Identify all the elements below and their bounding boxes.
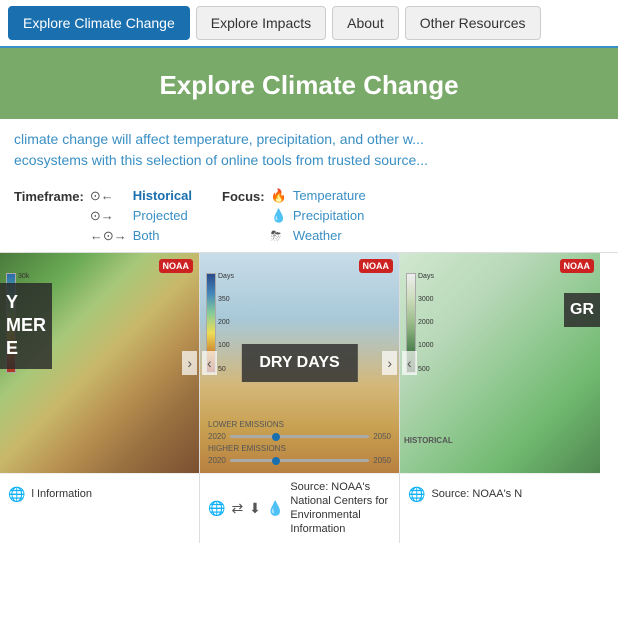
map2-nav-right[interactable]: ›	[382, 351, 397, 375]
card2-footer-text: Source: NOAA's National Centers for Envi…	[290, 480, 391, 537]
card-3-footer: 🌐 Source: NOAA's N	[400, 473, 600, 515]
card3-globe-icon: 🌐	[408, 486, 425, 503]
slider-track-1[interactable]	[230, 435, 369, 438]
page-title: Explore Climate Change	[10, 70, 608, 101]
map3-badge: NOAA	[560, 259, 595, 273]
map3-overlay-text: GR	[564, 293, 600, 327]
slider-thumb-1	[272, 433, 280, 441]
intro-line1: climate change will affect temperature, …	[14, 131, 424, 147]
card2-drop-icon: 💧	[267, 500, 284, 517]
projected-icon: ⊙→	[90, 207, 127, 225]
timeframe-filter: Timeframe: ⊙← ⊙→ ←⊙→ Historical Projecte…	[14, 187, 192, 246]
card-3: Days 3000 2000 1000 500 GR NOAA HISTORIC…	[400, 253, 600, 543]
nav-explore-climate[interactable]: Explore Climate Change	[8, 6, 190, 40]
filter-historical[interactable]: Historical	[133, 187, 192, 205]
map3-legend-labels: Days 3000 2000 1000 500	[418, 273, 434, 373]
map1-overlay-text: Y MER E	[0, 283, 52, 369]
map1-nav-right[interactable]: ›	[182, 351, 197, 375]
map2-nav-left[interactable]: ‹	[202, 351, 217, 375]
focus-items: Temperature Precipitation Weather	[293, 187, 366, 246]
card-2: Days 350 200 100 50 DRY DAYS NOAA ‹ › LO…	[200, 253, 400, 543]
slider-row-2: 2020 2050	[208, 432, 391, 441]
card3-footer-text: Source: NOAA's N	[431, 487, 522, 501]
intro-text: climate change will affect temperature, …	[0, 119, 618, 179]
card-2-map: Days 350 200 100 50 DRY DAYS NOAA ‹ › LO…	[200, 253, 399, 473]
nav-bar: Explore Climate Change Explore Impacts A…	[0, 0, 618, 48]
both-icon: ←⊙→	[90, 227, 127, 245]
cards-container: 30k Y MER E NOAA › 🌐 l Information	[0, 252, 618, 543]
card2-globe-icon: 🌐	[208, 500, 225, 517]
map2-legend-labels: Days 350 200 100 50	[218, 273, 234, 373]
map3-hist-label: HISTORICAL	[404, 436, 453, 445]
filter-precipitation[interactable]: Precipitation	[293, 207, 366, 225]
temperature-icon: 🔥	[271, 187, 287, 205]
timeframe-icons: ⊙← ⊙→ ←⊙→	[90, 187, 127, 246]
card-1: 30k Y MER E NOAA › 🌐 l Information	[0, 253, 200, 543]
map2-sliders: LOWER EMISSIONS 2020 2050 HIGHER EMISSIO…	[208, 420, 391, 465]
slider-track-2[interactable]	[230, 459, 369, 462]
timeframe-label: Timeframe:	[14, 187, 84, 204]
focus-filter: Focus: 🔥 💧 ⛈ Temperature Precipitation W…	[222, 187, 366, 246]
historical-icon: ⊙←	[90, 187, 127, 205]
focus-icons: 🔥 💧 ⛈	[271, 187, 287, 246]
card-2-footer: 🌐 ⇄ ⬇ 💧 Source: NOAA's National Centers …	[200, 473, 399, 543]
intro-line2: ecosystems with this selection of online…	[14, 152, 428, 168]
card2-arrows-icon: ⇄	[231, 500, 243, 517]
card2-download-icon: ⬇	[249, 500, 261, 517]
map3-bg: Days 3000 2000 1000 500 GR NOAA HISTORIC…	[400, 253, 600, 473]
nav-other-resources[interactable]: Other Resources	[405, 6, 541, 40]
weather-icon: ⛈	[271, 227, 287, 245]
slider-row-1: LOWER EMISSIONS	[208, 420, 391, 429]
map3-nav-left[interactable]: ‹	[402, 351, 417, 375]
map2-badge: NOAA	[359, 259, 394, 273]
card2-map-label: DRY DAYS	[241, 344, 357, 382]
map1-badge: NOAA	[159, 259, 194, 273]
filter-both[interactable]: Both	[133, 227, 192, 245]
card-1-map: 30k Y MER E NOAA ›	[0, 253, 199, 473]
nav-about[interactable]: About	[332, 6, 399, 40]
slider-thumb-2	[272, 457, 280, 465]
focus-label: Focus:	[222, 187, 265, 204]
card-3-map: Days 3000 2000 1000 500 GR NOAA HISTORIC…	[400, 253, 600, 473]
filter-temperature[interactable]: Temperature	[293, 187, 366, 205]
card-1-footer: 🌐 l Information	[0, 473, 199, 515]
card1-globe-icon: 🌐	[8, 486, 25, 503]
slider-row-4: 2020 2050	[208, 456, 391, 465]
header-banner: Explore Climate Change	[0, 48, 618, 119]
filter-weather[interactable]: Weather	[293, 227, 366, 245]
precipitation-icon: 💧	[271, 207, 287, 225]
filter-row: Timeframe: ⊙← ⊙→ ←⊙→ Historical Projecte…	[0, 179, 618, 252]
filter-projected[interactable]: Projected	[133, 207, 192, 225]
slider-row-3: HIGHER EMISSIONS	[208, 444, 391, 453]
nav-explore-impacts[interactable]: Explore Impacts	[196, 6, 326, 40]
timeframe-items: Historical Projected Both	[133, 187, 192, 246]
map2-bg: Days 350 200 100 50 DRY DAYS NOAA ‹ › LO…	[200, 253, 399, 473]
card1-footer-text: l Information	[31, 487, 92, 501]
map1-bg: 30k Y MER E NOAA ›	[0, 253, 199, 473]
